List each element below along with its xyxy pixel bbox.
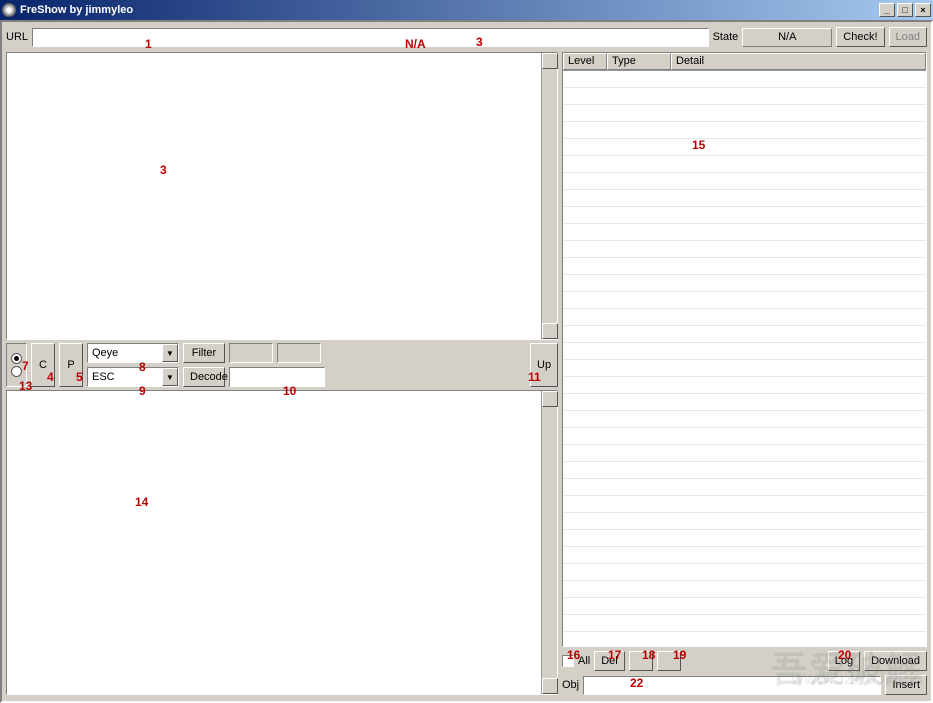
grid-row[interactable] — [563, 598, 926, 615]
grid-row[interactable] — [563, 207, 926, 224]
grid-row[interactable] — [563, 513, 926, 530]
upper-scrollbar[interactable] — [541, 53, 557, 339]
obj-label: Obj — [562, 679, 579, 691]
grid-row[interactable] — [563, 360, 926, 377]
grid-row[interactable] — [563, 275, 926, 292]
grid-row[interactable] — [563, 445, 926, 462]
grid-row[interactable] — [563, 547, 926, 564]
chevron-down-icon: ▼ — [162, 368, 178, 386]
grid-row[interactable] — [563, 258, 926, 275]
grid-row[interactable] — [563, 122, 926, 139]
grid-row[interactable] — [563, 326, 926, 343]
grid-row[interactable] — [563, 224, 926, 241]
close-button[interactable]: × — [915, 3, 931, 17]
col-level[interactable]: Level — [563, 53, 607, 70]
lower-text-pane[interactable] — [6, 390, 558, 695]
grid-row[interactable] — [563, 479, 926, 496]
app-icon — [2, 3, 16, 17]
dropdown-esc[interactable]: ESC ▼ — [87, 367, 179, 387]
titlebar: FreShow by jimmyleo _ □ × — [0, 0, 933, 20]
grid-row[interactable] — [563, 88, 926, 105]
blank-box-2 — [277, 343, 321, 363]
download-button[interactable]: Download — [864, 651, 927, 671]
col-detail[interactable]: Detail — [671, 53, 926, 70]
col-type[interactable]: Type — [607, 53, 671, 70]
up-button[interactable]: Up — [530, 343, 558, 387]
log-button[interactable]: Log — [828, 651, 860, 671]
detail-grid[interactable]: Level Type Detail — [562, 52, 927, 647]
grid-row[interactable] — [563, 564, 926, 581]
grid-row[interactable] — [563, 105, 926, 122]
grid-row[interactable] — [563, 394, 926, 411]
chevron-down-icon: ▼ — [162, 344, 178, 362]
state-value: N/A — [742, 28, 832, 47]
minimize-button[interactable]: _ — [879, 3, 895, 17]
dropdown-esc-text: ESC — [88, 371, 162, 383]
grid-row[interactable] — [563, 241, 926, 258]
grid-row[interactable] — [563, 71, 926, 88]
grid-row[interactable] — [563, 615, 926, 632]
state-label: State — [713, 31, 739, 43]
grid-row[interactable] — [563, 190, 926, 207]
c-button[interactable]: C — [31, 343, 55, 387]
all-checkbox[interactable] — [562, 655, 574, 667]
grid-row[interactable] — [563, 156, 926, 173]
grid-row[interactable] — [563, 292, 926, 309]
maximize-button[interactable]: □ — [897, 3, 913, 17]
titlebar-text: FreShow by jimmyleo — [20, 4, 879, 16]
upper-text-pane[interactable] — [6, 52, 558, 340]
radio-option-1[interactable] — [11, 353, 22, 364]
grid-row[interactable] — [563, 462, 926, 479]
load-button: Load — [889, 27, 927, 47]
filter-button[interactable]: Filter — [183, 343, 225, 363]
btn-18[interactable] — [629, 651, 653, 671]
grid-row[interactable] — [563, 632, 926, 646]
dropdown-qeye-text: Qeye — [88, 347, 162, 359]
grid-row[interactable] — [563, 173, 926, 190]
check-button[interactable]: Check! — [836, 27, 884, 47]
del-button[interactable]: Del — [594, 651, 625, 671]
btn-19[interactable] — [657, 651, 681, 671]
obj-input[interactable] — [583, 676, 881, 695]
grid-row[interactable] — [563, 411, 926, 428]
url-input[interactable] — [32, 28, 709, 47]
radio-option-2[interactable] — [11, 366, 22, 377]
insert-button[interactable]: Insert — [885, 675, 927, 695]
grid-row[interactable] — [563, 343, 926, 360]
blank-box-1 — [229, 343, 273, 363]
grid-row[interactable] — [563, 530, 926, 547]
p-button[interactable]: P — [59, 343, 83, 387]
dropdown-qeye[interactable]: Qeye ▼ — [87, 343, 179, 363]
grid-row[interactable] — [563, 428, 926, 445]
grid-row[interactable] — [563, 139, 926, 156]
grid-row[interactable] — [563, 496, 926, 513]
radio-group — [6, 343, 27, 387]
grid-row[interactable] — [563, 377, 926, 394]
url-label: URL — [6, 31, 28, 43]
decode-button[interactable]: Decode — [183, 367, 225, 387]
decode-output — [229, 367, 325, 387]
grid-row[interactable] — [563, 309, 926, 326]
all-label: All — [578, 655, 590, 667]
lower-scrollbar[interactable] — [541, 391, 557, 694]
grid-row[interactable] — [563, 581, 926, 598]
